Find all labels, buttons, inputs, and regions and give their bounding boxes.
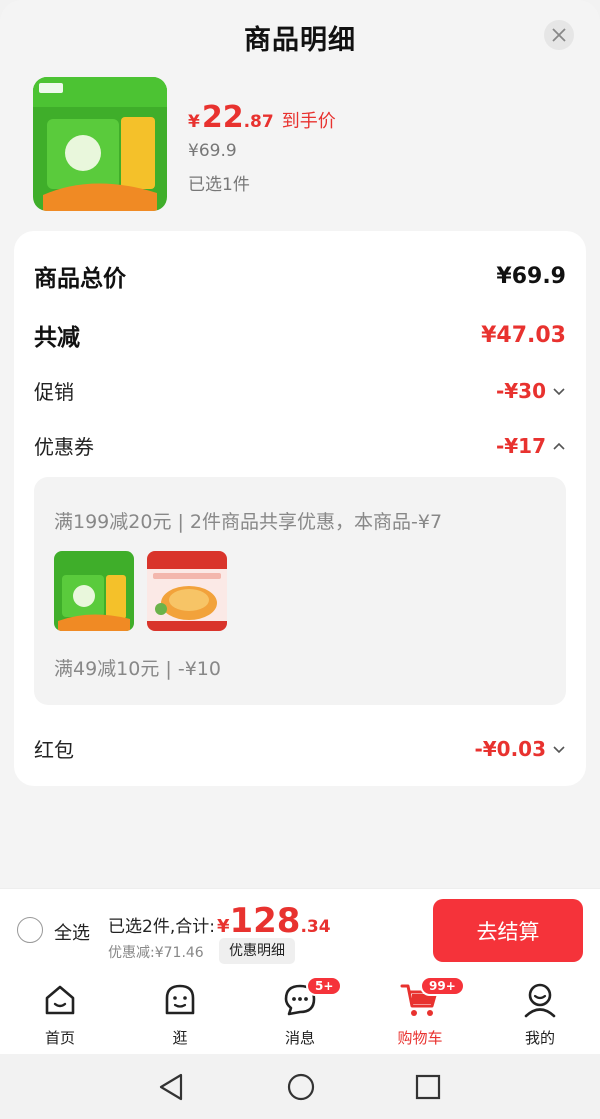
chevron-down-icon [553,387,565,395]
original-price: ¥69.9 [188,141,237,161]
product-price: ¥ 22 .87 到手价 [188,100,336,135]
tab-home-label: 首页 [44,1029,75,1047]
checkout-summary: 已选2件,合计: [108,917,215,937]
total-integer: 128 [229,901,301,941]
tab-profile[interactable]: 我的 [500,980,580,1048]
total-price-label: 商品总价 [34,266,126,292]
coupon-product-thumb-2[interactable] [147,551,227,631]
row-total-price: 商品总价 ¥69.9 [34,259,566,293]
coupon-detail-box: 满199减20元 | 2件商品共享优惠，本商品-¥7 满49减10元 | -¥1… [34,477,566,705]
home-circle-icon[interactable] [286,1072,316,1102]
chevron-up-icon [553,442,565,450]
tab-browse-label: 逛 [172,1029,188,1047]
row-total-reduce: 共减 ¥47.03 [34,318,566,352]
price-breakdown-card: 商品总价 ¥69.9 共减 ¥47.03 促销 -¥30 优惠券 -¥17 满1… [14,231,586,786]
product-image[interactable] [33,77,167,211]
cart-badge: 99+ [420,976,465,996]
bottom-tab-bar: 首页 逛 5+ 消息 99+ 购物车 我的 [0,972,600,1054]
chevron-down-icon [553,745,565,753]
total-currency: ¥ [216,916,230,937]
promotion-value: -¥30 [496,379,566,403]
tab-profile-label: 我的 [524,1029,555,1047]
browse-icon [165,984,195,1015]
select-all-label[interactable]: 全选 [54,919,90,945]
tab-browse[interactable]: 逛 [140,980,220,1048]
checkout-total: 已选2件,合计: ¥ 128 .34 [108,901,331,941]
row-promotion[interactable]: 促销 -¥30 [34,376,566,405]
tab-messages[interactable]: 5+ 消息 [260,976,343,1048]
profile-icon [524,983,556,1018]
red-packet-label: 红包 [34,738,74,762]
discount-amount: 优惠减:¥71.46 [108,945,204,961]
price-currency: ¥ [188,112,200,132]
home-icon [45,985,75,1015]
sheet-title: 商品明细 [244,25,356,56]
tab-messages-label: 消息 [284,1029,315,1047]
tab-home[interactable]: 首页 [20,980,100,1048]
promotion-label: 促销 [34,380,74,404]
selected-count: 已选1件 [188,175,250,195]
tab-cart[interactable]: 99+ 购物车 [380,976,465,1048]
red-packet-value: -¥0.03 [474,737,566,761]
close-icon [552,28,566,42]
tab-cart-label: 购物车 [397,1029,443,1047]
price-decimal: .87 [243,112,274,132]
promotion-amount: -¥30 [495,378,546,403]
coupon-amount: -¥17 [495,433,546,458]
price-integer: 22 [201,100,244,135]
product-detail-sheet: 商品明细 ¥ 22 .87 到手价 ¥69.9 已选1件 商品总价 ¥69.9 … [0,0,600,888]
checkout-button[interactable]: 去结算 [433,899,583,962]
close-button[interactable] [544,20,574,50]
coupon-value: -¥17 [496,434,566,458]
coupon-label: 优惠券 [34,435,94,459]
checkout-bar: 全选 已选2件,合计: ¥ 128 .34 优惠减:¥71.46 优惠明细 去结… [0,888,600,972]
system-navigation-bar [0,1054,600,1119]
red-packet-amount: -¥0.03 [474,736,546,761]
back-icon[interactable] [157,1072,185,1102]
recent-apps-icon[interactable] [414,1073,442,1101]
coupon-product-thumb-1[interactable] [54,551,134,631]
coupon-rule-2: 满49减10元 | -¥10 [54,658,221,680]
total-reduce-value: ¥47.03 [481,322,566,348]
total-price-value: ¥69.9 [496,263,566,289]
coupon-rule-1: 满199减20元 | 2件商品共享优惠，本商品-¥7 [54,511,443,533]
row-coupon[interactable]: 优惠券 -¥17 [34,431,566,460]
total-decimal: .34 [300,917,331,937]
price-tag: 到手价 [281,111,336,132]
message-badge: 5+ [306,976,343,996]
row-red-packet[interactable]: 红包 -¥0.03 [34,734,566,763]
total-reduce-label: 共减 [34,325,80,351]
select-all-checkbox[interactable] [17,917,43,943]
discount-detail-button[interactable]: 优惠明细 [219,938,295,964]
